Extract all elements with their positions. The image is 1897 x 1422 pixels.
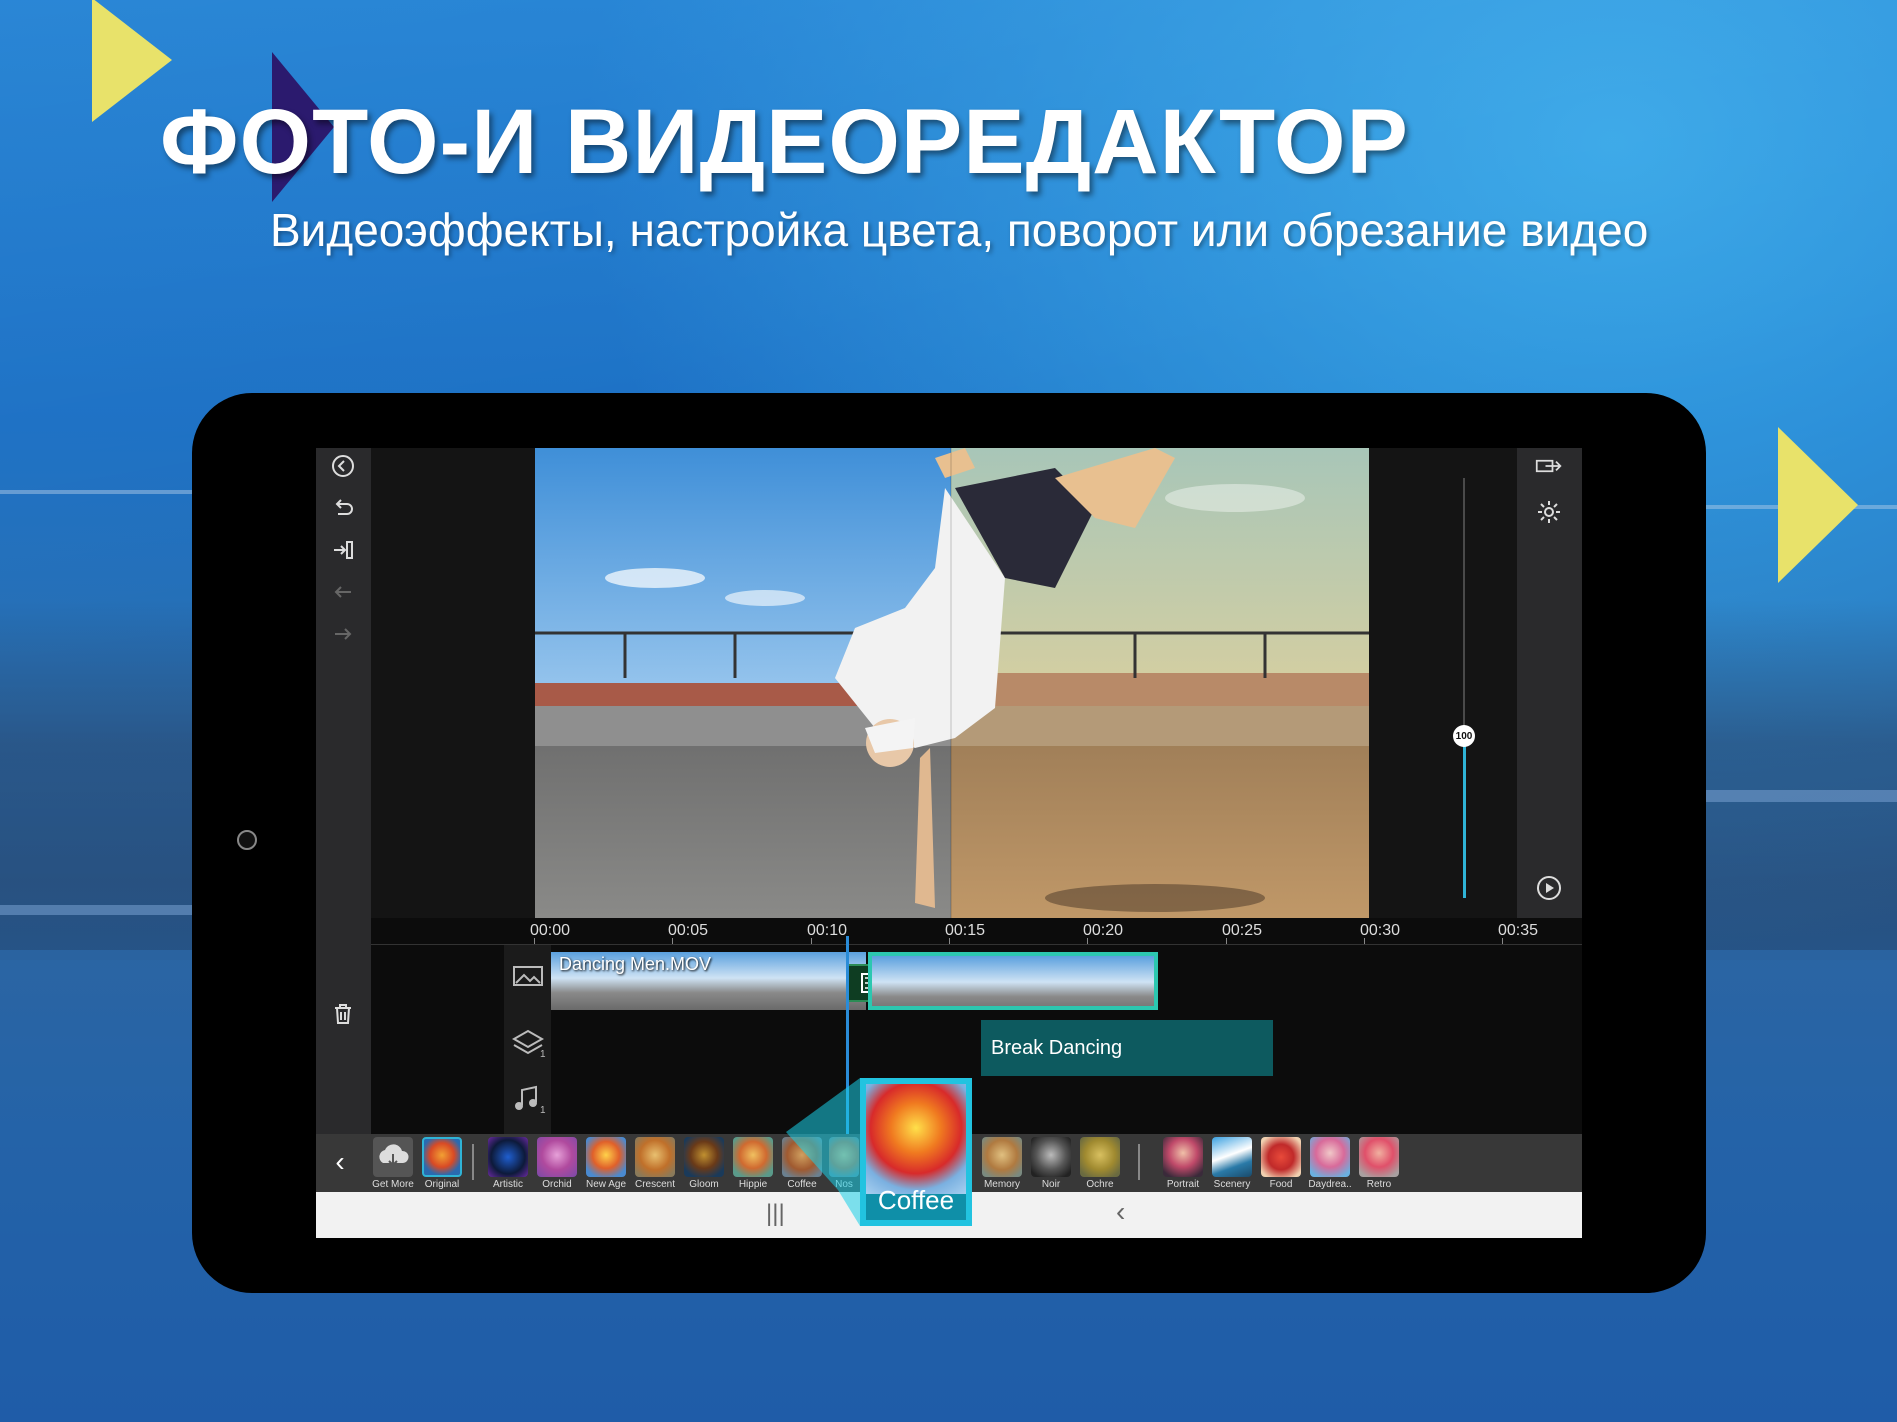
- opacity-slider-fill: [1463, 733, 1466, 898]
- tick-mark: [949, 938, 950, 944]
- recents-button[interactable]: |||: [766, 1200, 785, 1228]
- arrow-left-icon[interactable]: [329, 578, 357, 606]
- effect-label: Orchid: [542, 1179, 572, 1190]
- track-icons: 1 1: [504, 945, 551, 1134]
- tick-mark: [534, 938, 535, 944]
- tick-mark: [1226, 938, 1227, 944]
- effect-scenery[interactable]: Scenery: [1210, 1137, 1254, 1190]
- effect-label: Noir: [1041, 1179, 1061, 1190]
- tick-mark: [1364, 938, 1365, 944]
- balloon-thumbnail: [866, 1084, 966, 1194]
- effect-label: New Age: [585, 1179, 627, 1190]
- timeline: 00:00 00:05 00:10 00:15 00:20 00:25 00:3…: [371, 918, 1582, 1134]
- trash-icon[interactable]: [329, 1000, 357, 1028]
- effect-get-more[interactable]: Get More: [371, 1137, 415, 1190]
- video-preview[interactable]: [535, 448, 1369, 918]
- tick-mark: [1087, 938, 1088, 944]
- tick-mark: [811, 938, 812, 944]
- tick-label: 00:35: [1498, 922, 1539, 939]
- effect-gloom[interactable]: Gloom: [682, 1137, 726, 1190]
- tick-label: 00:15: [945, 922, 986, 939]
- effect-coffee[interactable]: Coffee: [780, 1137, 824, 1190]
- chevron-left-icon[interactable]: ‹: [326, 1148, 354, 1176]
- overlay-track: Break Dancing: [551, 1020, 1582, 1076]
- effect-label: Portrait: [1166, 1179, 1200, 1190]
- effect-ochre[interactable]: Ochre: [1078, 1137, 1122, 1190]
- effect-crescent[interactable]: Crescent: [633, 1137, 677, 1190]
- playhead[interactable]: [846, 936, 849, 1134]
- effect-label: Gloom: [689, 1179, 719, 1190]
- effect-label: Artistic: [493, 1179, 523, 1190]
- effect-hippie[interactable]: Hippie: [731, 1137, 775, 1190]
- effect-new-age[interactable]: New Age: [584, 1137, 628, 1190]
- effect-memory[interactable]: Memory: [980, 1137, 1024, 1190]
- effect-label: Nos: [835, 1179, 853, 1190]
- effect-orchid[interactable]: Orchid: [535, 1137, 579, 1190]
- promo-title: ФОТО-И ВИДЕОРЕДАКТОР: [160, 91, 1409, 193]
- selected-effect-popup[interactable]: Coffee: [860, 1078, 972, 1226]
- selected-effect-label: Coffee: [877, 1185, 955, 1215]
- overlay-track-count: 1: [540, 1049, 546, 1060]
- video-clip-label: Dancing Men.MOV: [559, 954, 712, 974]
- effect-retro[interactable]: Retro: [1357, 1137, 1401, 1190]
- audio-track-count: 1: [540, 1105, 546, 1116]
- effect-label: Daydrea..: [1308, 1179, 1352, 1190]
- video-clip-selected[interactable]: [868, 952, 1158, 1010]
- effect-noir[interactable]: Noir: [1029, 1137, 1073, 1190]
- effect-label: Memory: [983, 1179, 1021, 1190]
- effect-label: Food: [1269, 1179, 1293, 1190]
- right-toolbar: [1517, 448, 1582, 918]
- video-clip[interactable]: Dancing Men.MOV: [551, 952, 866, 1010]
- tick-label: 00:30: [1360, 922, 1401, 939]
- back-button[interactable]: ‹: [1116, 1196, 1125, 1228]
- music-icon: [512, 1085, 540, 1118]
- separator: [472, 1144, 474, 1180]
- effect-food[interactable]: Food: [1259, 1137, 1303, 1190]
- effect-label: Crescent: [634, 1179, 675, 1190]
- video-track-icon: [512, 963, 544, 994]
- preview-area: [371, 448, 1517, 918]
- back-circle-icon[interactable]: [329, 452, 357, 480]
- effect-portrait[interactable]: Portrait: [1161, 1137, 1205, 1190]
- undo-icon[interactable]: [329, 494, 357, 522]
- video-track: Dancing Men.MOV: [551, 952, 1582, 1010]
- yellow-triangle-decor: [1778, 427, 1858, 583]
- promo-subtitle: Видеоэффекты, настройка цвета, поворот и…: [270, 204, 1649, 256]
- effect-original[interactable]: Original: [420, 1137, 464, 1190]
- settings-icon[interactable]: [1535, 498, 1563, 526]
- effect-label: Get More: [372, 1179, 414, 1190]
- effect-nos[interactable]: Nos: [829, 1137, 859, 1190]
- camera-icon: [237, 830, 257, 850]
- text-clip[interactable]: Break Dancing: [981, 1020, 1273, 1076]
- play-icon[interactable]: [1535, 874, 1563, 902]
- opacity-slider-knob[interactable]: 100: [1453, 725, 1475, 747]
- effect-label: Hippie: [738, 1179, 768, 1190]
- import-icon[interactable]: [329, 536, 357, 564]
- tick-label: 00:20: [1083, 922, 1124, 939]
- left-toolbar: [316, 448, 371, 1134]
- effect-artistic[interactable]: Artistic: [486, 1137, 530, 1190]
- background-ledge: [0, 905, 192, 915]
- effect-label: Scenery: [1213, 1179, 1251, 1190]
- tick-label: 00:25: [1222, 922, 1263, 939]
- tick-label: 00:05: [668, 922, 709, 939]
- tick-label: 00:00: [530, 922, 571, 939]
- tick-mark: [672, 938, 673, 944]
- arrow-right-icon[interactable]: [329, 620, 357, 648]
- effect-label: Ochre: [1086, 1179, 1114, 1190]
- cloud-download-icon: [373, 1137, 413, 1177]
- background-ledge: [1706, 790, 1897, 802]
- effect-label: Coffee: [787, 1179, 817, 1190]
- effect-daydream[interactable]: Daydrea..: [1308, 1137, 1352, 1190]
- export-icon[interactable]: [1535, 452, 1563, 480]
- effect-label: Original: [424, 1179, 460, 1190]
- background-rail: [0, 490, 192, 494]
- time-ruler: 00:00 00:05 00:10 00:15 00:20 00:25 00:3…: [371, 918, 1582, 945]
- tick-label: 00:10: [807, 922, 848, 939]
- effect-label: Retro: [1366, 1179, 1392, 1190]
- tick-mark: [1502, 938, 1503, 944]
- separator: [1138, 1144, 1140, 1180]
